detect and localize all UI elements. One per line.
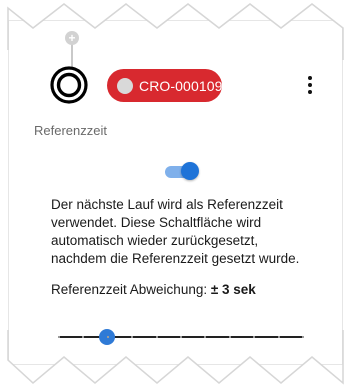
add-connector-icon[interactable]: + bbox=[65, 31, 79, 45]
slider-tick bbox=[58, 336, 60, 338]
slider-tick bbox=[253, 336, 256, 338]
slider-tick bbox=[228, 336, 231, 338]
chip-dot-icon bbox=[117, 77, 133, 94]
reference-description: Der nächste Lauf wird als Referenzzeit v… bbox=[51, 197, 300, 266]
connector: + bbox=[63, 25, 81, 69]
slider-tick bbox=[180, 336, 182, 338]
deviation-slider[interactable] bbox=[58, 326, 304, 348]
slider-tick bbox=[131, 336, 134, 338]
more-vert-icon[interactable] bbox=[303, 76, 317, 98]
slider-tick bbox=[204, 336, 207, 338]
section-label: Referenzzeit bbox=[34, 123, 107, 138]
slider-tick bbox=[106, 336, 109, 338]
reference-toggle[interactable] bbox=[163, 162, 199, 182]
slider-tick bbox=[82, 336, 85, 338]
slider-tick bbox=[302, 336, 304, 338]
deviation-row: Referenzzeit Abweichung: ± 3 sek bbox=[51, 282, 256, 297]
slider-tick bbox=[277, 336, 280, 338]
deviation-value: ± 3 sek bbox=[210, 282, 256, 297]
run-chip[interactable]: CRO-000109 bbox=[107, 69, 222, 102]
deviation-label: Referenzzeit Abweichung: bbox=[51, 282, 208, 297]
toggle-thumb bbox=[181, 162, 199, 180]
target-circle-icon bbox=[50, 66, 88, 104]
slider-tick bbox=[155, 336, 158, 338]
chip-label: CRO-000109 bbox=[139, 77, 223, 94]
